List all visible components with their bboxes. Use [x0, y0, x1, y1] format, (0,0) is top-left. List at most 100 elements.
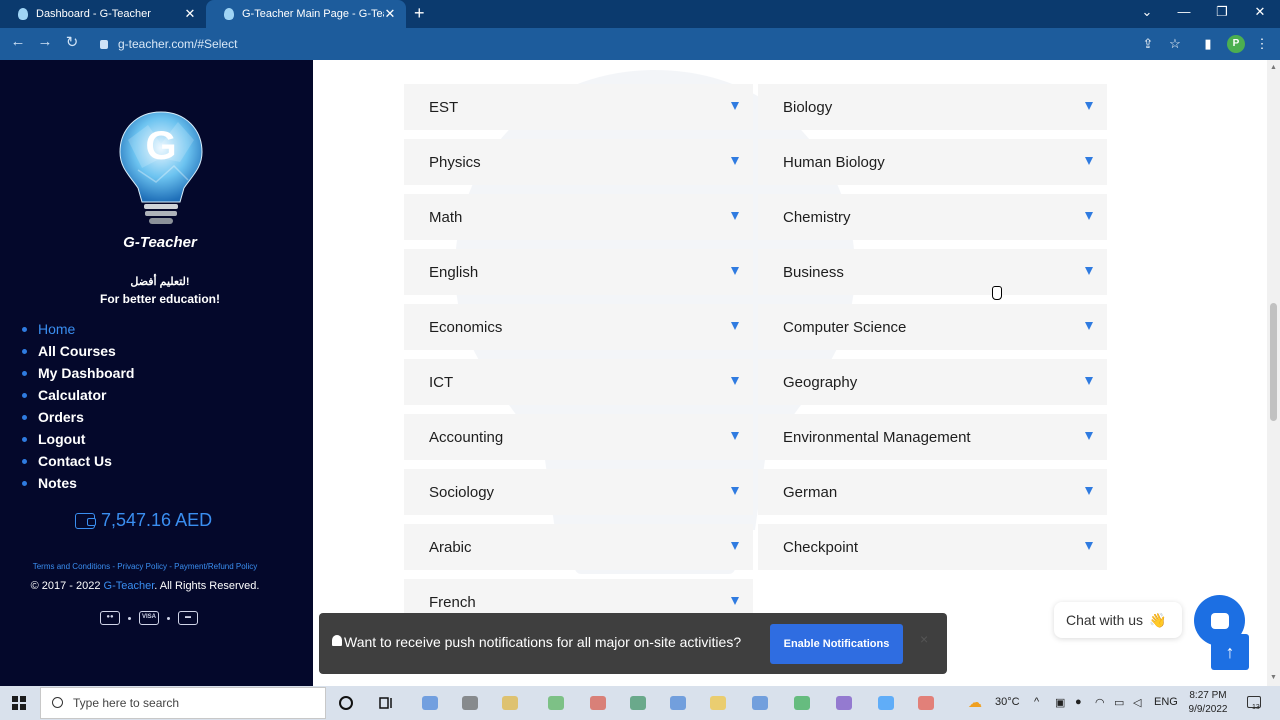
dropdown-arrow-icon[interactable]: [731, 377, 739, 385]
subject-dropdown[interactable]: Human Biology: [758, 139, 1107, 185]
task-view-icon[interactable]: [378, 695, 394, 711]
subject-dropdown[interactable]: German: [758, 469, 1107, 515]
subject-dropdown[interactable]: Environmental Management: [758, 414, 1107, 460]
dropdown-arrow-icon[interactable]: [731, 267, 739, 275]
subject-dropdown[interactable]: Math: [404, 194, 753, 240]
subject-dropdown[interactable]: Sociology: [404, 469, 753, 515]
app-icon[interactable]: [710, 696, 726, 710]
chevron-up-icon[interactable]: ^: [1034, 696, 1039, 708]
subject-dropdown[interactable]: Arabic: [404, 524, 753, 570]
chat-label[interactable]: Chat with us 👋: [1054, 602, 1182, 638]
app-icon[interactable]: [878, 696, 894, 710]
app-icon[interactable]: [548, 696, 564, 710]
dropdown-arrow-icon[interactable]: [731, 542, 739, 550]
tab-dashboard[interactable]: Dashboard - G-Teacher ✕: [0, 0, 206, 28]
app-icon[interactable]: [590, 696, 606, 710]
battery-icon[interactable]: ▭: [1114, 696, 1124, 709]
new-tab-button[interactable]: +: [414, 3, 425, 24]
app-icon[interactable]: [422, 696, 438, 710]
app-icon[interactable]: [836, 696, 852, 710]
side-panel-icon[interactable]: ▮: [1200, 36, 1216, 52]
subject-dropdown[interactable]: EST: [404, 84, 753, 130]
dropdown-arrow-icon[interactable]: [731, 212, 739, 220]
weather-icon[interactable]: ☁: [968, 694, 982, 711]
close-icon[interactable]: ✕: [384, 6, 396, 22]
taskbar-clock[interactable]: 8:27 PM 9/9/2022: [1178, 689, 1238, 717]
subject-dropdown[interactable]: Business: [758, 249, 1107, 295]
scrollbar-thumb[interactable]: [1270, 303, 1277, 421]
dropdown-arrow-icon[interactable]: [731, 597, 739, 605]
dropdown-arrow-icon[interactable]: [1085, 487, 1093, 495]
dropdown-arrow-icon[interactable]: [731, 157, 739, 165]
share-icon[interactable]: ⇪: [1140, 36, 1156, 52]
refund-link[interactable]: Payment/Refund Policy: [174, 562, 257, 571]
enable-notifications-button[interactable]: Enable Notifications: [770, 624, 903, 664]
dropdown-arrow-icon[interactable]: [1085, 157, 1093, 165]
subject-dropdown[interactable]: Checkpoint: [758, 524, 1107, 570]
app-icon[interactable]: [462, 696, 478, 710]
app-icon[interactable]: [752, 696, 768, 710]
sidebar-item-my-dashboard[interactable]: My Dashboard: [22, 362, 134, 384]
language-indicator[interactable]: ENG: [1154, 696, 1178, 708]
subject-dropdown[interactable]: Computer Science: [758, 304, 1107, 350]
close-icon[interactable]: ✕: [184, 6, 196, 22]
minimize-button[interactable]: —: [1174, 4, 1194, 19]
subject-dropdown[interactable]: Biology: [758, 84, 1107, 130]
taskbar-search-input[interactable]: Type here to search: [40, 687, 326, 719]
page-scrollbar[interactable]: ▲ ▼: [1267, 60, 1280, 686]
folder-icon[interactable]: [502, 696, 518, 710]
dropdown-arrow-icon[interactable]: [1085, 267, 1093, 275]
subject-dropdown[interactable]: Geography: [758, 359, 1107, 405]
chevron-down-icon[interactable]: ⌄: [1137, 4, 1157, 20]
subject-dropdown[interactable]: Economics: [404, 304, 753, 350]
cortana-icon[interactable]: [338, 695, 354, 711]
more-menu-icon[interactable]: ⋮: [1254, 36, 1270, 52]
microphone-icon[interactable]: ●: [1075, 696, 1082, 708]
dropdown-arrow-icon[interactable]: [731, 102, 739, 110]
wifi-icon[interactable]: ◠: [1095, 696, 1105, 709]
terms-link[interactable]: Terms and Conditions: [33, 562, 110, 571]
maximize-button[interactable]: ❐: [1212, 4, 1232, 20]
reload-icon[interactable]: ↻: [62, 33, 82, 51]
speaker-icon[interactable]: ◁: [1133, 696, 1141, 709]
window-close-button[interactable]: ✕: [1250, 4, 1270, 20]
close-icon[interactable]: ×: [920, 631, 928, 647]
sidebar-item-notes[interactable]: Notes: [22, 472, 134, 494]
sidebar-item-all-courses[interactable]: All Courses: [22, 340, 134, 362]
profile-avatar[interactable]: P: [1227, 35, 1245, 53]
subject-dropdown[interactable]: Accounting: [404, 414, 753, 460]
subject-dropdown[interactable]: ICT: [404, 359, 753, 405]
app-icon[interactable]: [918, 696, 934, 710]
copyright-brand-link[interactable]: G-Teacher: [104, 580, 155, 592]
dropdown-arrow-icon[interactable]: [1085, 102, 1093, 110]
star-icon[interactable]: ☆: [1167, 36, 1183, 52]
back-arrow-icon[interactable]: ←: [8, 33, 28, 50]
url-field[interactable]: g-teacher.com/#Select: [92, 32, 1196, 56]
subject-dropdown[interactable]: Chemistry: [758, 194, 1107, 240]
dropdown-arrow-icon[interactable]: [731, 487, 739, 495]
dropdown-arrow-icon[interactable]: [1085, 542, 1093, 550]
forward-arrow-icon[interactable]: →: [35, 33, 55, 50]
sidebar-item-home[interactable]: Home: [22, 318, 134, 340]
privacy-link[interactable]: Privacy Policy: [117, 562, 167, 571]
dropdown-arrow-icon[interactable]: [731, 322, 739, 330]
dropdown-arrow-icon[interactable]: [1085, 432, 1093, 440]
sidebar-item-calculator[interactable]: Calculator: [22, 384, 134, 406]
scroll-to-top-button[interactable]: ↑: [1211, 634, 1249, 670]
subject-dropdown[interactable]: English: [404, 249, 753, 295]
tab-main-page[interactable]: G-Teacher Main Page - G-Teacher ✕: [206, 0, 406, 28]
dropdown-arrow-icon[interactable]: [731, 432, 739, 440]
scroll-up-icon[interactable]: ▲: [1270, 64, 1277, 71]
dropdown-arrow-icon[interactable]: [1085, 212, 1093, 220]
scroll-down-icon[interactable]: ▼: [1270, 674, 1277, 681]
sidebar-item-logout[interactable]: Logout: [22, 428, 134, 450]
app-icon[interactable]: [670, 696, 686, 710]
dropdown-arrow-icon[interactable]: [1085, 377, 1093, 385]
tray-icon[interactable]: ▣: [1055, 696, 1065, 709]
sidebar-item-orders[interactable]: Orders: [22, 406, 134, 428]
app-icon[interactable]: [794, 696, 810, 710]
sidebar-item-contact-us[interactable]: Contact Us: [22, 450, 134, 472]
subject-dropdown[interactable]: Physics: [404, 139, 753, 185]
weather-temp[interactable]: 30°C: [995, 696, 1020, 708]
windows-start-icon[interactable]: [12, 696, 26, 710]
